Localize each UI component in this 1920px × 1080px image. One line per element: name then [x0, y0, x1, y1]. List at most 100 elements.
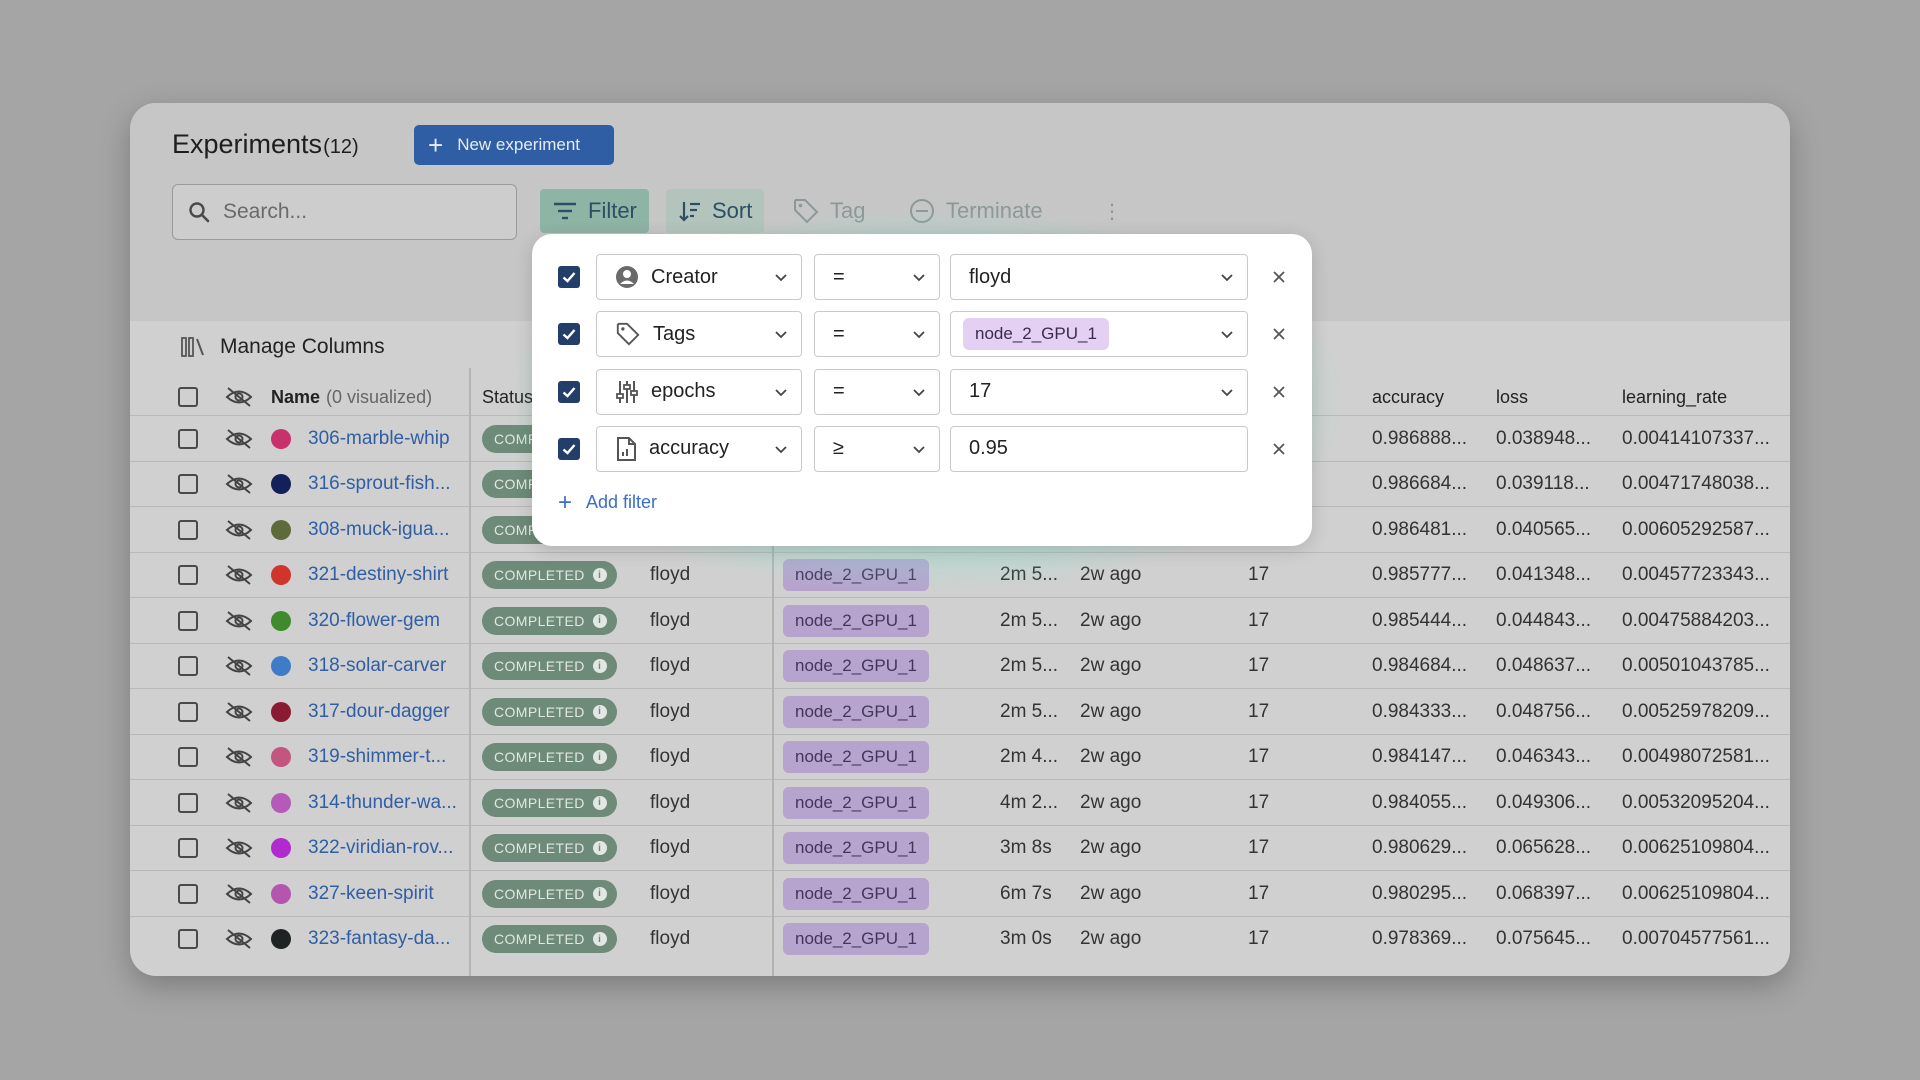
run-name-cell: 319-shimmer-t...: [308, 735, 446, 780]
table-row[interactable]: 322-viridian-rov... COMPLETED i floyd node_2…: [130, 824, 1790, 871]
run-name-link[interactable]: 317-dour-dagger: [308, 701, 450, 723]
manage-columns-button[interactable]: Manage Columns: [180, 335, 385, 359]
filter-operator-select[interactable]: =: [814, 254, 940, 300]
row-checkbox[interactable]: [178, 883, 198, 904]
search-input[interactable]: Search...: [172, 184, 517, 240]
filter-operator-select[interactable]: =: [814, 368, 940, 415]
hide-icon[interactable]: [224, 553, 254, 598]
info-icon[interactable]: i: [592, 886, 607, 901]
run-name-link[interactable]: 314-thunder-wa...: [308, 792, 457, 814]
table-row[interactable]: 320-flower-gem COMPLETED i floyd node_2_GPU_…: [130, 597, 1790, 642]
table-row[interactable]: 319-shimmer-t... COMPLETED i floyd node_2_GP…: [130, 733, 1790, 780]
filter-enabled-checkbox[interactable]: [558, 380, 580, 403]
tag-pill[interactable]: node_2_GPU_1: [783, 604, 929, 637]
table-row[interactable]: 317-dour-dagger COMPLETED i floyd node_2_GPU…: [130, 688, 1790, 733]
column-header-accuracy[interactable]: accuracy: [1372, 379, 1444, 415]
remove-filter-button[interactable]: [1267, 437, 1291, 461]
accuracy-cell: 0.980295...: [1372, 871, 1467, 916]
tag-pill[interactable]: node_2_GPU_1: [783, 650, 929, 682]
filter-value-tag[interactable]: node_2_GPU_1: [963, 318, 1109, 351]
table-row[interactable]: 323-fantasy-da... COMPLETED i floyd node_2_G…: [130, 915, 1790, 962]
row-checkbox[interactable]: [178, 656, 198, 676]
add-filter-label: Add filter: [586, 492, 658, 512]
hide-icon[interactable]: [224, 917, 254, 962]
tag-pill[interactable]: node_2_GPU_1: [783, 786, 929, 819]
info-icon[interactable]: i: [592, 841, 607, 855]
tag-pill[interactable]: node_2_GPU_1: [783, 741, 929, 773]
info-icon[interactable]: i: [592, 750, 607, 764]
run-name-link[interactable]: 308-muck-igua...: [308, 519, 450, 541]
column-header-learning-rate[interactable]: learning_rate: [1622, 379, 1727, 415]
row-checkbox[interactable]: [178, 701, 198, 722]
row-checkbox[interactable]: [178, 474, 198, 494]
filter-value-select[interactable]: 17: [950, 368, 1248, 415]
hide-icon[interactable]: [224, 507, 254, 552]
filter-field-select[interactable]: Tags: [596, 311, 802, 358]
hide-icon[interactable]: [224, 598, 254, 643]
hide-icon[interactable]: [224, 416, 254, 461]
info-icon[interactable]: i: [592, 932, 607, 946]
tag-cell: node_2_GPU_1: [783, 644, 929, 689]
status-cell: COMPLETED i: [482, 871, 617, 916]
filter-value-select[interactable]: floyd: [950, 254, 1248, 300]
hide-icon[interactable]: [224, 871, 254, 916]
filter-value-select[interactable]: node_2_GPU_1: [950, 311, 1248, 358]
hide-icon[interactable]: [224, 735, 254, 780]
tag-pill[interactable]: node_2_GPU_1: [783, 695, 929, 728]
remove-filter-button[interactable]: [1267, 265, 1291, 289]
run-name-link[interactable]: 319-shimmer-t...: [308, 746, 446, 768]
row-checkbox[interactable]: [178, 610, 198, 631]
filter-field-select[interactable]: epochs: [596, 368, 802, 415]
hide-all-icon[interactable]: [224, 379, 254, 415]
hide-icon[interactable]: [224, 644, 254, 689]
row-checkbox[interactable]: [178, 792, 198, 813]
select-all-checkbox[interactable]: [178, 379, 198, 415]
table-row[interactable]: 318-solar-carver COMPLETED i floyd node_2_GP…: [130, 642, 1790, 689]
filter-field-select[interactable]: Creator: [596, 254, 802, 300]
run-name-link[interactable]: 306-marble-whip: [308, 428, 450, 450]
checkbox[interactable]: [178, 387, 198, 407]
new-experiment-button[interactable]: + New experiment: [414, 125, 614, 165]
run-name-link[interactable]: 323-fantasy-da...: [308, 928, 451, 950]
run-name-link[interactable]: 320-flower-gem: [308, 610, 440, 632]
info-icon[interactable]: i: [592, 613, 607, 628]
add-filter-button[interactable]: + Add filter: [558, 490, 658, 514]
table-row[interactable]: 327-keen-spirit COMPLETED i floyd node_2_GPU…: [130, 870, 1790, 915]
hide-icon[interactable]: [224, 462, 254, 507]
remove-filter-button[interactable]: [1267, 380, 1291, 404]
run-name-link[interactable]: 316-sprout-fish...: [308, 473, 451, 495]
run-name-link[interactable]: 327-keen-spirit: [308, 883, 434, 905]
started-cell: 2w ago: [1080, 871, 1141, 916]
row-checkbox[interactable]: [178, 838, 198, 858]
row-checkbox[interactable]: [178, 565, 198, 585]
tag-pill[interactable]: node_2_GPU_1: [783, 832, 929, 864]
column-header-name[interactable]: Name (0 visualized): [271, 379, 432, 415]
info-icon[interactable]: i: [592, 704, 607, 719]
filter-enabled-checkbox[interactable]: [558, 323, 580, 346]
filter-enabled-checkbox[interactable]: [558, 437, 580, 460]
row-checkbox[interactable]: [178, 519, 198, 540]
filter-field-select[interactable]: accuracy: [596, 425, 802, 472]
hide-icon[interactable]: [224, 780, 254, 825]
accuracy-cell: 0.986481...: [1372, 507, 1467, 552]
tag-pill[interactable]: node_2_GPU_1: [783, 923, 929, 955]
table-row[interactable]: 314-thunder-wa... COMPLETED i floyd node_2_G…: [130, 779, 1790, 824]
hide-icon[interactable]: [224, 826, 254, 871]
info-icon[interactable]: i: [592, 795, 607, 810]
filter-operator-select[interactable]: =: [814, 311, 940, 358]
run-name-link[interactable]: 322-viridian-rov...: [308, 837, 453, 859]
run-name-link[interactable]: 318-solar-carver: [308, 655, 446, 677]
row-checkbox[interactable]: [178, 428, 198, 449]
filter-enabled-checkbox[interactable]: [558, 266, 580, 288]
run-name-link[interactable]: 321-destiny-shirt: [308, 564, 448, 586]
row-checkbox[interactable]: [178, 929, 198, 949]
remove-filter-button[interactable]: [1267, 322, 1291, 346]
row-checkbox[interactable]: [178, 747, 198, 767]
user-cell: floyd: [650, 644, 690, 689]
hide-icon[interactable]: [224, 689, 254, 734]
tag-pill[interactable]: node_2_GPU_1: [783, 877, 929, 910]
filter-value-input[interactable]: 0.95: [950, 425, 1248, 472]
info-icon[interactable]: i: [592, 659, 607, 673]
column-header-loss[interactable]: loss: [1496, 379, 1528, 415]
filter-operator-select[interactable]: ≥: [814, 425, 940, 472]
